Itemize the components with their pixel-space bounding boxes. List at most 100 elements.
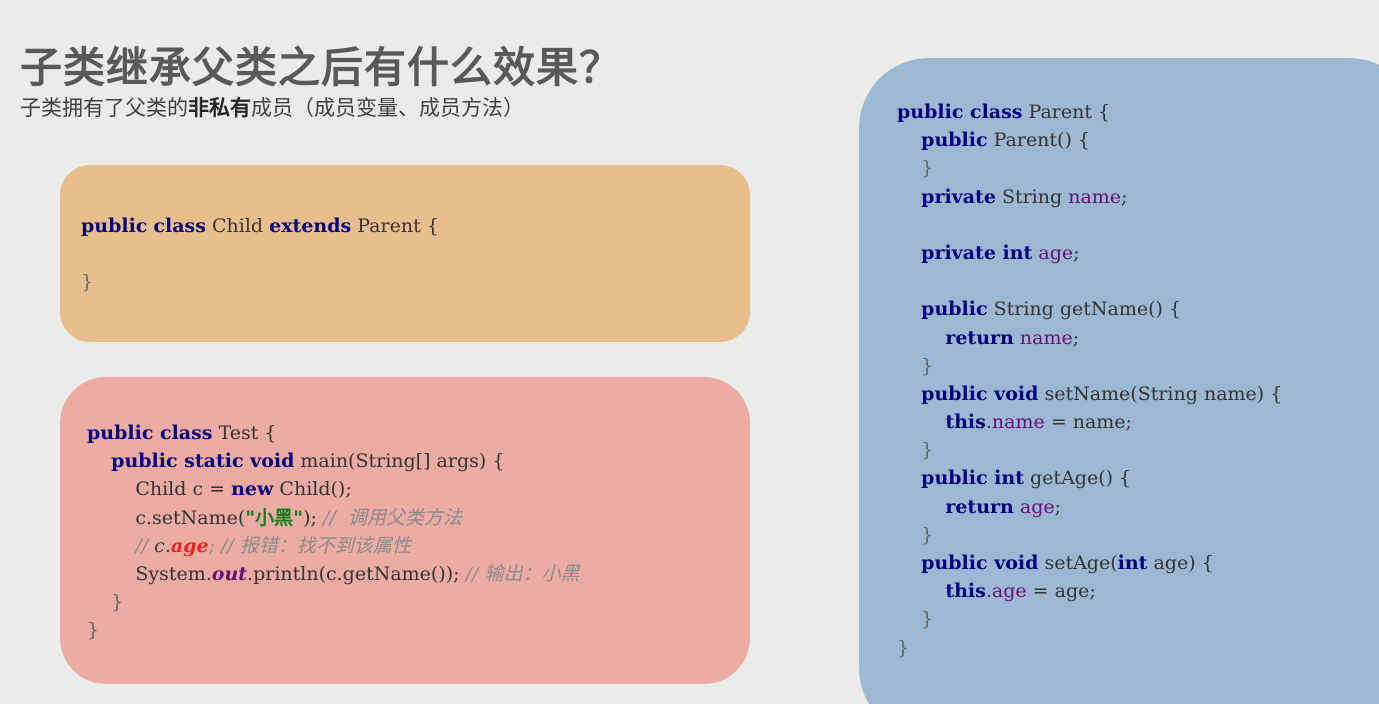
code-comment: c. [154,534,171,557]
code-text: = age; [1026,580,1096,603]
code-text: ; [1073,241,1080,264]
code-line: } [897,634,1282,662]
code-text: Test { [212,422,277,444]
code-line: private String name; [897,183,1282,211]
code-line: public class Child extends Parent { [81,212,439,240]
code-keyword: extends [269,215,352,237]
code-text: String [995,185,1069,208]
code-comment: // 输出：小黑 [465,562,580,585]
code-line: private int age; [897,239,1282,267]
code-field: name [1068,185,1122,208]
code-text: Parent() { [987,129,1091,152]
subtitle-bold: 非私有 [188,96,251,120]
code-text: age) { [1147,552,1214,574]
code-line: } [87,616,579,644]
code-comment: // [135,534,155,557]
code-line: } [897,521,1282,549]
code-keyword: public class [897,101,1023,123]
code-line: this.name = name; [945,411,1132,434]
code-text: c.setName( [135,506,246,529]
code-text: } [921,608,934,631]
code-keyword: public [81,215,148,237]
code-text: } [921,439,934,462]
code-line: } [87,588,579,616]
parent-code-block: public class Parent { public Parent() { … [897,98,1282,662]
code-comment: // 调用父类方法 [322,506,462,529]
code-text: Child c = [135,478,232,501]
code-line: } [897,154,1282,182]
code-line: public int getAge() { [897,464,1282,492]
code-field: name [991,411,1045,434]
code-line: } [897,605,1282,633]
code-line: return age; [897,493,1282,521]
code-line: public class Test { [87,419,579,447]
code-text: System. [135,562,212,585]
code-keyword: public int [921,467,1024,490]
page-subtitle: 子类拥有了父类的非私有成员（成员变量、成员方法） [20,92,524,122]
code-keyword: return [945,326,1014,349]
code-text: Child [211,215,264,237]
code-line: public static void main(String[] args) { [87,447,579,475]
code-line: return name; [897,324,1282,352]
code-keyword: int [1117,552,1148,574]
code-text: ; [1072,326,1080,349]
code-text: Child(); [273,478,352,501]
code-error-highlight: age [170,534,209,557]
child-code-block: public class Child extends Parent { } [81,212,439,297]
code-field: age [1019,495,1055,518]
child-class-card: public class Child extends Parent { } [60,165,750,342]
code-line: c.setName("小黑"); // 调用父类方法 [87,504,579,532]
code-keyword: private [921,185,996,208]
code-text: ; [1054,495,1062,518]
code-text: main(String[] args) { [294,450,505,473]
code-line: } [897,436,1282,464]
code-comment: ; // 报错：找不到该属性 [208,534,411,557]
code-text: getAge() { [1023,467,1132,490]
code-text: } [897,636,910,659]
code-keyword: public class [87,422,213,444]
test-class-card: public class Test { public static void m… [60,377,750,684]
code-keyword: this [945,411,986,434]
code-text: setAge( [1038,552,1118,574]
code-line: // c.age; // 报错：找不到该属性 [87,532,579,560]
test-code-block: public class Test { public static void m… [87,419,579,645]
code-line: public void setName(String name) { [897,380,1282,408]
code-keyword: return [945,495,1014,518]
code-line: } [81,271,94,294]
code-string: "小黑" [245,506,304,529]
code-text: } [921,354,934,377]
code-text: .println(c.getName()); [247,562,466,585]
code-line: public void setAge(int age) { [897,549,1282,577]
code-text: ; [1121,185,1128,208]
code-keyword: new [231,478,274,501]
code-keyword: public [921,298,988,321]
code-keyword: this [945,580,986,603]
subtitle-suffix: 成员（成员变量、成员方法） [251,96,524,120]
code-keyword: class [153,215,206,237]
subtitle-prefix: 子类拥有了父类的 [20,96,188,120]
code-keyword: public void [921,552,1039,574]
code-field: age [1038,241,1074,264]
code-line: public class Parent { [897,98,1282,126]
code-text: ); [303,506,323,529]
code-field: name [1019,326,1073,349]
code-text: } [921,157,934,180]
code-line: Child c = new Child(); [87,475,579,503]
parent-class-card: public class Parent { public Parent() { … [859,58,1379,704]
code-field: out [211,562,248,585]
code-text: Parent { [1022,101,1111,123]
code-text: } [87,619,100,642]
code-line: } [897,352,1282,380]
code-line: this.age = age; [945,580,1096,603]
code-keyword: public [921,129,988,152]
page-title: 子类继承父类之后有什么效果？ [20,43,623,92]
code-line: public String getName() { [897,295,1282,323]
code-text: Parent { [357,215,439,237]
code-text: } [111,591,124,614]
code-text: } [921,523,934,546]
code-keyword: public static void [111,450,295,473]
code-line: System.out.println(c.getName()); // 输出：小… [87,560,579,588]
